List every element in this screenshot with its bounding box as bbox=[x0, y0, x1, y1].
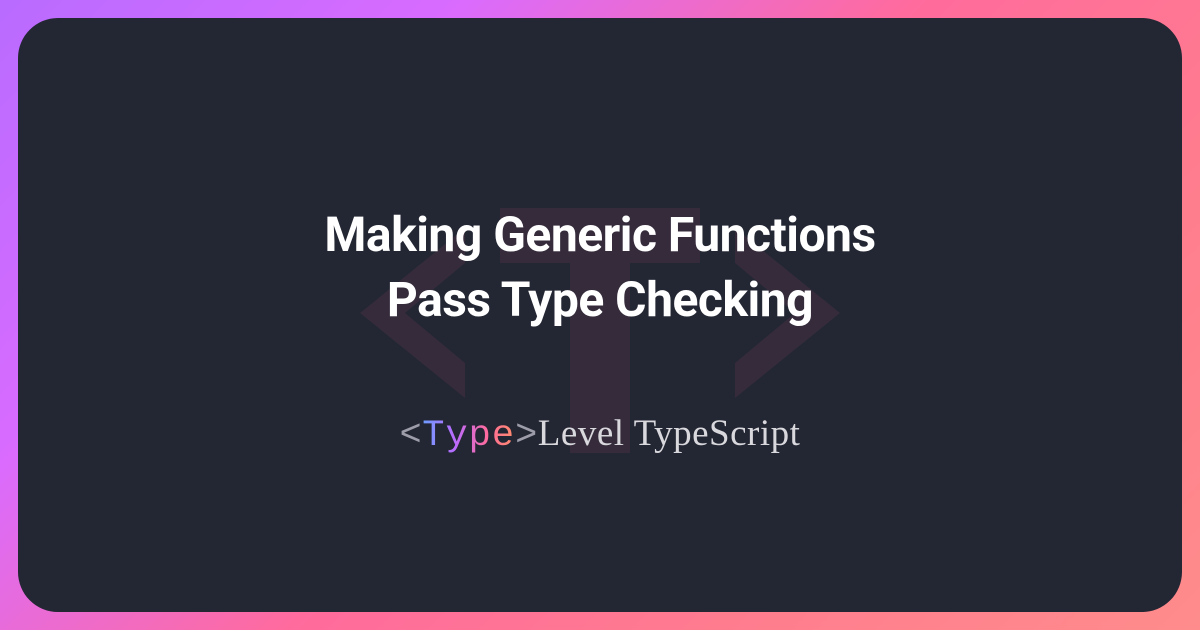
angle-close: > bbox=[515, 415, 538, 457]
title-line-2: Pass Type Checking bbox=[387, 271, 813, 328]
page-title: Making Generic Functions Pass Type Check… bbox=[324, 203, 875, 333]
brand-type-word: Type bbox=[422, 415, 515, 457]
angle-open: < bbox=[400, 415, 423, 457]
title-line-1: Making Generic Functions bbox=[324, 206, 875, 263]
content: Making Generic Functions Pass Type Check… bbox=[324, 173, 875, 458]
gradient-background: Making Generic Functions Pass Type Check… bbox=[0, 0, 1200, 630]
brand-logo: <Type>Level TypeScript bbox=[400, 412, 801, 457]
brand-rest: Level TypeScript bbox=[538, 413, 801, 454]
card: Making Generic Functions Pass Type Check… bbox=[18, 18, 1182, 612]
